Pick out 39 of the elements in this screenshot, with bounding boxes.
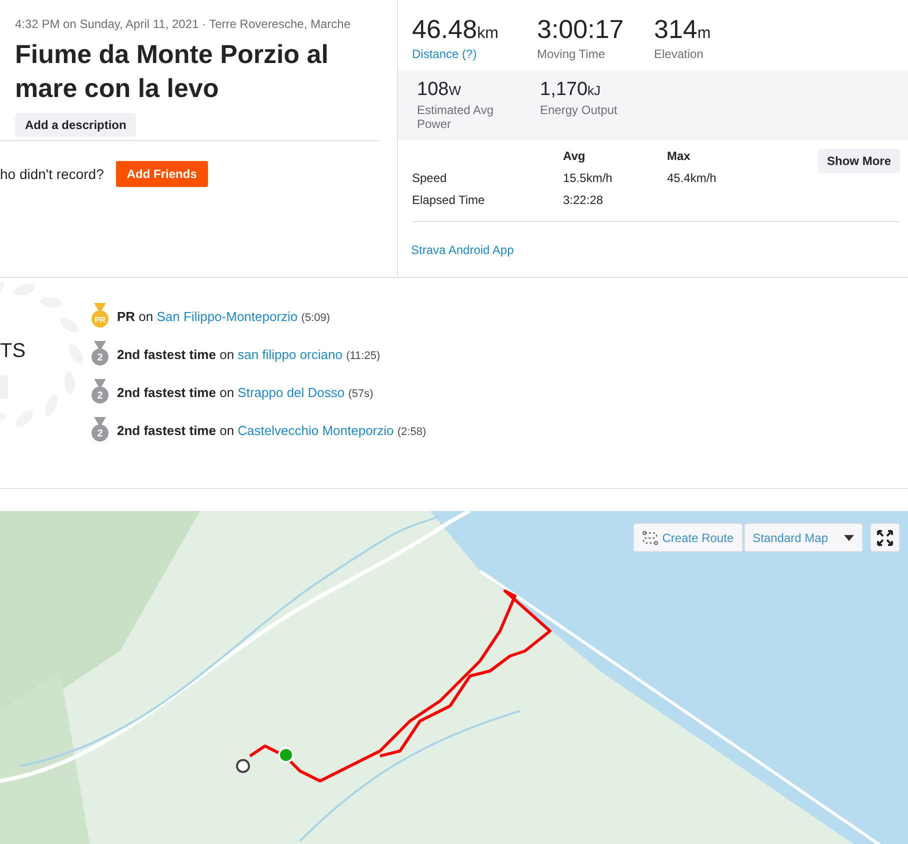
column-header: Max (667, 149, 692, 163)
table-cell-text: 15.5km/h (563, 171, 614, 185)
stat-value: 314m (654, 15, 711, 43)
row-label: Elapsed Time (412, 193, 486, 207)
device-link[interactable]: Strava Android App (411, 243, 514, 257)
achievement-text: 2nd fastest time on san filippo orciano (11:25) (117, 346, 380, 362)
table-cell-text: 3:22:28 (563, 193, 604, 207)
create-route-button[interactable]: Create Route (633, 523, 743, 552)
achievement-text: 2nd fastest time on Strappo del Dosso (57s) (117, 384, 374, 400)
stat-label: Energy Output (540, 103, 618, 117)
expand-icon (877, 530, 893, 546)
segment-link[interactable]: San Filippo-Monteporzio (156, 308, 298, 324)
route-icon (642, 530, 658, 544)
caret-icon (844, 534, 854, 540)
segment-link[interactable]: san filippo orciano (238, 346, 342, 362)
stat-value: 108W (417, 79, 461, 101)
stat-label-link[interactable]: Distance (?) (412, 47, 477, 61)
stat-label: Estimated Avg Power (417, 103, 494, 131)
add-description-button[interactable]: Add a description (15, 113, 136, 137)
stat-value: 46.48km (412, 15, 498, 43)
friends-prompt: ho didn't record? (0, 166, 104, 182)
segment-link[interactable]: Castelvecchio Monteporzio (238, 422, 394, 438)
add-friends-button[interactable]: Add Friends (116, 161, 208, 187)
stat-label: Elevation (654, 47, 704, 61)
section-heading: TS (0, 340, 26, 363)
fullscreen-button[interactable] (870, 523, 900, 552)
activity-title: Fiume da Monte Porzio al mare con la levo (15, 38, 330, 105)
activity-meta: 4:32 PM on Sunday, April 11, 2021 · Terre Roveresche, Marche (15, 17, 351, 31)
achievement-text: PR on San Filippo-Monteporzio (5:09) (117, 308, 330, 324)
column-header: Avg (563, 149, 586, 163)
row-label: Speed (412, 171, 448, 185)
stat-value: 3:00:17 (537, 15, 624, 43)
show-more-button[interactable]: Show More (818, 149, 900, 173)
map-type-dropdown[interactable]: Standard Map (744, 523, 863, 552)
stat-value: 1,170kJ (540, 79, 601, 101)
table-cell-text: 45.4km/h (667, 171, 718, 185)
stat-label: Moving Time (537, 47, 606, 61)
achievement-text: 2nd fastest time on Castelvecchio Monteporzio (2:58) (117, 422, 426, 438)
segment-link[interactable]: Strappo del Dosso (238, 384, 345, 400)
